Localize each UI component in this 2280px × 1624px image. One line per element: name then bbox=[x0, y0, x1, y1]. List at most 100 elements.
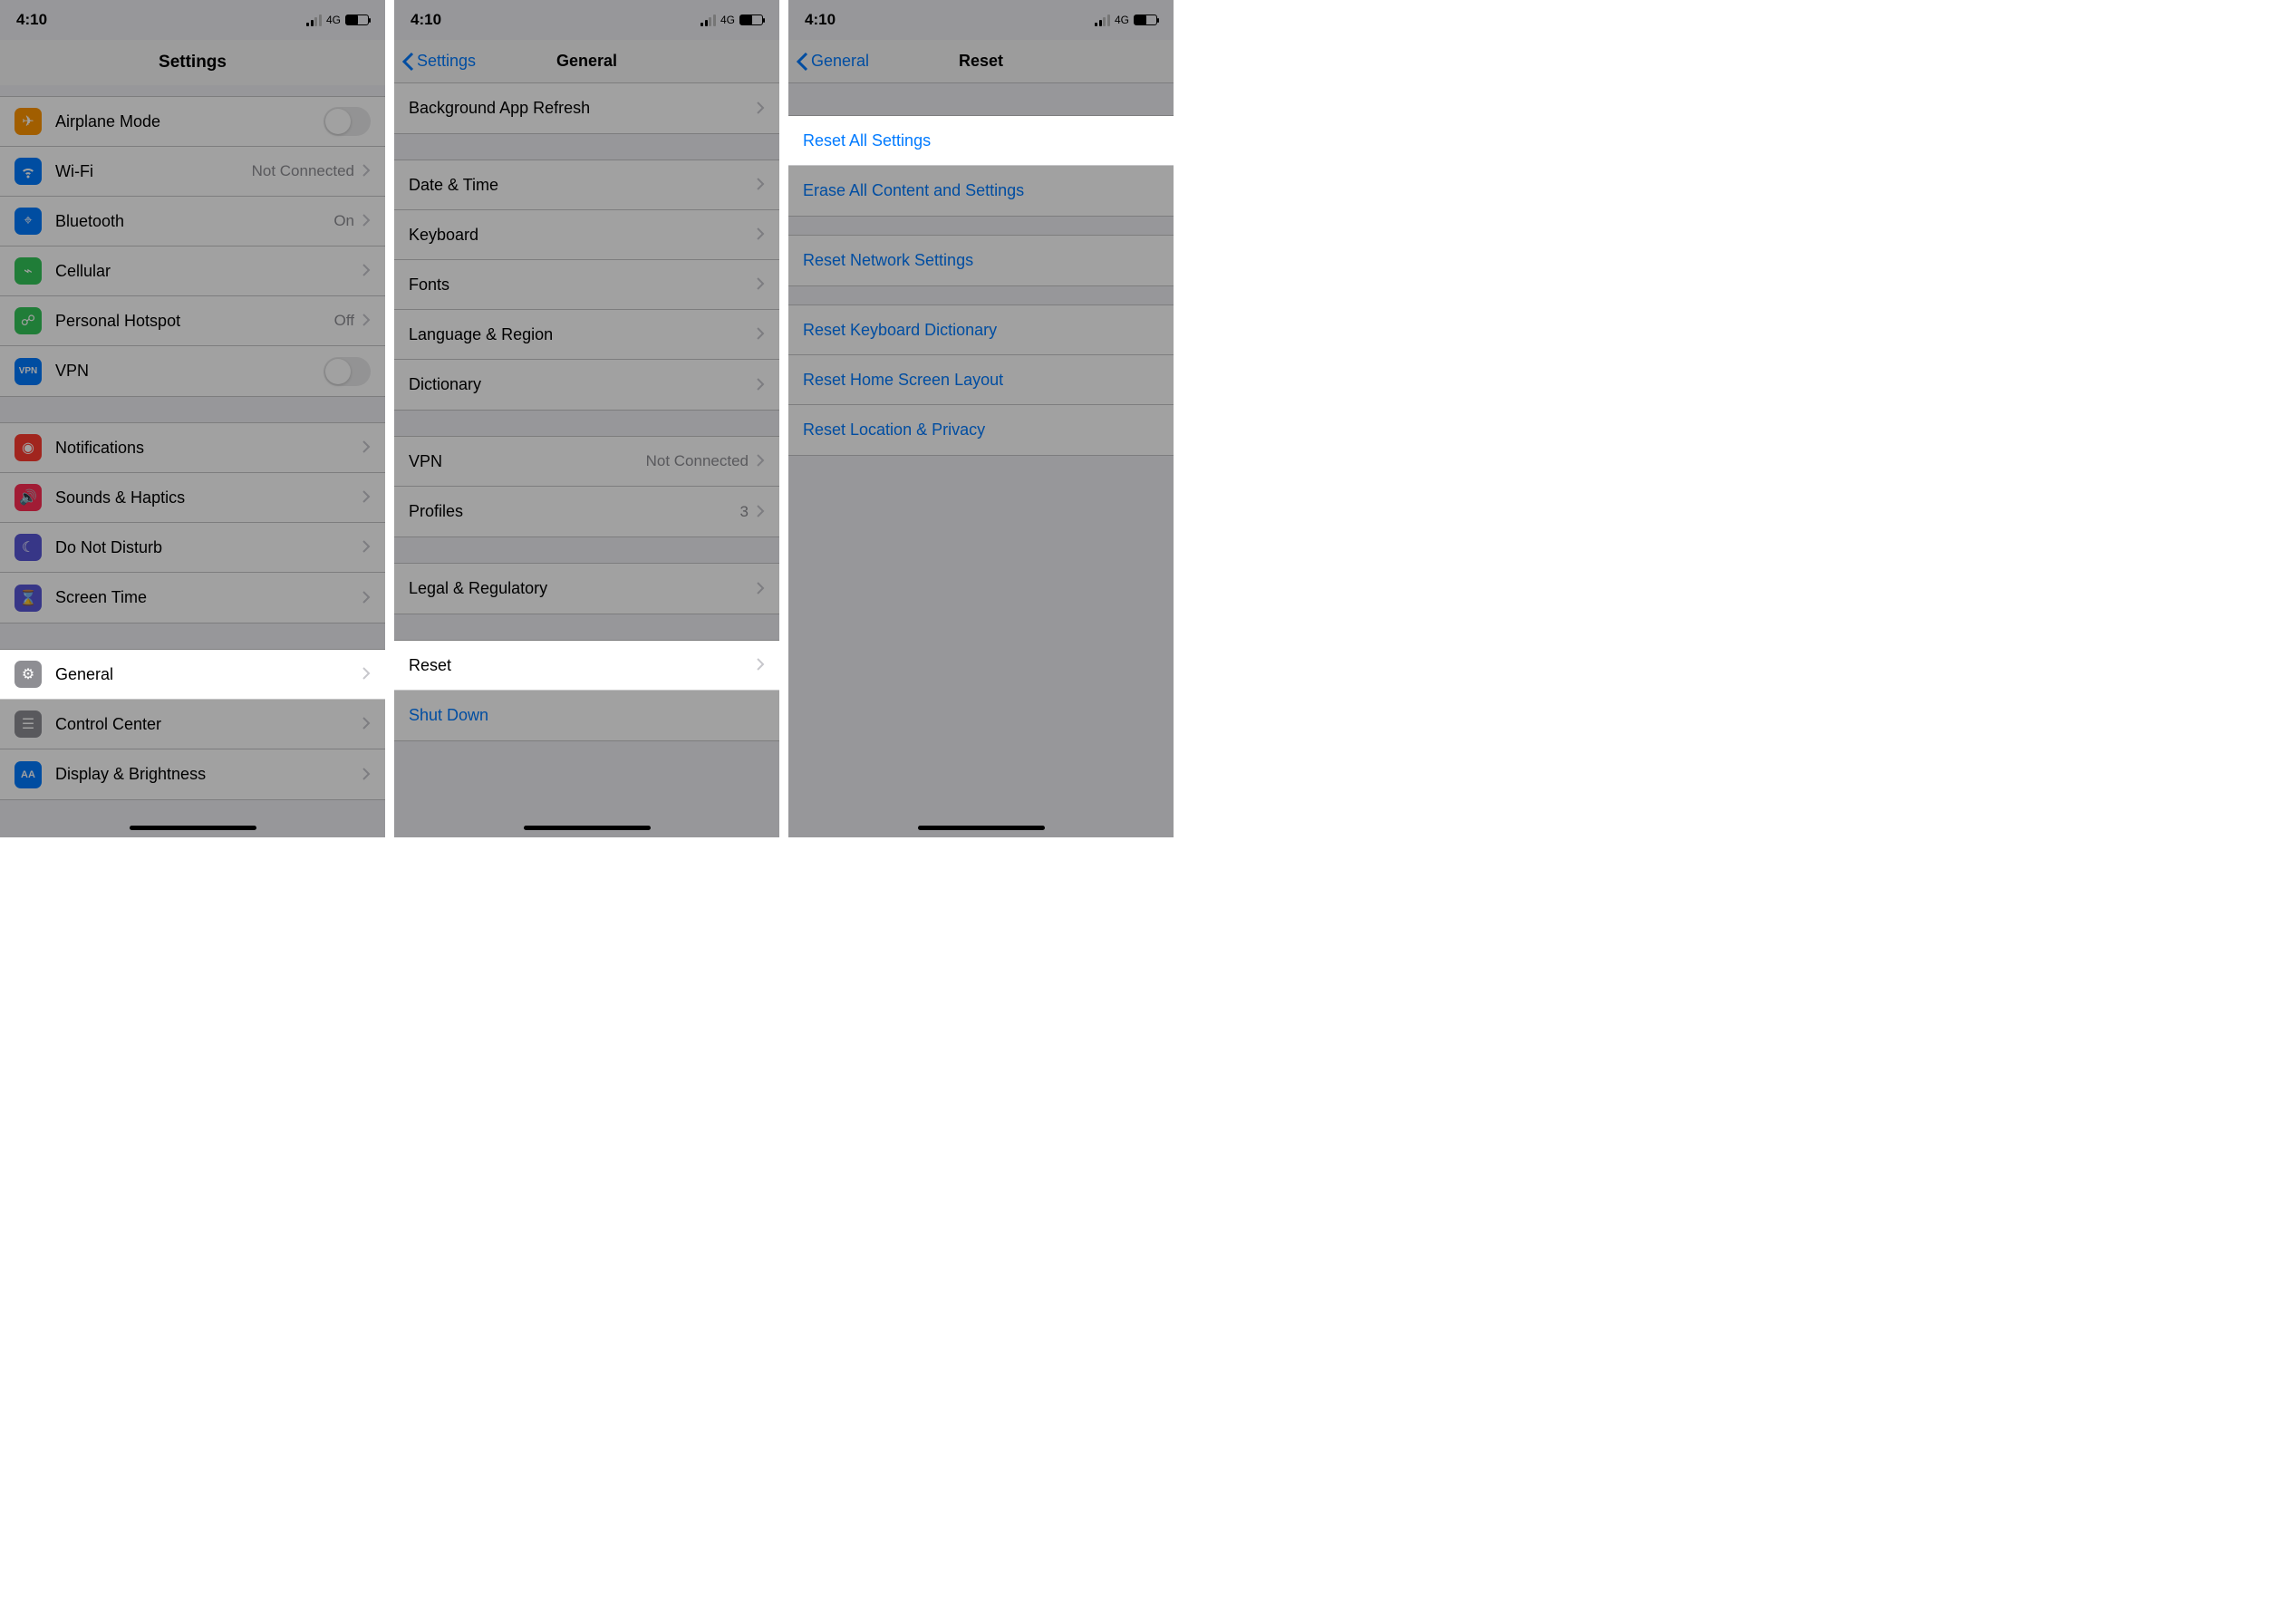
home-indicator[interactable] bbox=[130, 826, 256, 830]
row-fonts[interactable]: Fonts bbox=[394, 260, 779, 310]
notifications-icon: ◉ bbox=[14, 434, 42, 461]
row-label: Reset bbox=[409, 656, 756, 675]
status-network: 4G bbox=[326, 14, 341, 26]
row-shutdown[interactable]: Shut Down bbox=[394, 691, 779, 740]
row-hotspot[interactable]: ☍ Personal Hotspot Off bbox=[0, 296, 385, 346]
wifi-icon bbox=[14, 158, 42, 185]
row-label: Keyboard bbox=[409, 226, 756, 245]
settings-list[interactable]: ✈ Airplane Mode Wi-Fi Not Connected ⌖ Bl… bbox=[0, 85, 385, 837]
row-profiles[interactable]: Profiles 3 bbox=[394, 487, 779, 536]
chevron-right-icon bbox=[362, 765, 371, 785]
row-reset-location-privacy[interactable]: Reset Location & Privacy bbox=[788, 405, 1174, 455]
signal-icon bbox=[1095, 14, 1110, 26]
back-button[interactable]: General bbox=[796, 52, 869, 72]
row-label: Reset All Settings bbox=[803, 131, 1159, 150]
row-detail: Not Connected bbox=[646, 452, 749, 470]
row-bluetooth[interactable]: ⌖ Bluetooth On bbox=[0, 197, 385, 246]
row-label: Dictionary bbox=[409, 375, 756, 394]
row-legal[interactable]: Legal & Regulatory bbox=[394, 564, 779, 614]
row-label: Control Center bbox=[55, 715, 362, 734]
row-dictionary[interactable]: Dictionary bbox=[394, 360, 779, 410]
reset-list[interactable]: Reset All Settings Erase All Content and… bbox=[788, 83, 1174, 837]
cellular-icon: ⌁ bbox=[14, 257, 42, 285]
row-label: Profiles bbox=[409, 502, 740, 521]
row-vpn[interactable]: VPN Not Connected bbox=[394, 437, 779, 487]
row-label: Background App Refresh bbox=[409, 99, 756, 118]
row-reset-network[interactable]: Reset Network Settings bbox=[788, 236, 1174, 285]
sounds-icon: 🔊 bbox=[14, 484, 42, 511]
settings-screen: 4:10 4G Settings ✈ Airplane Mode Wi-Fi N… bbox=[0, 0, 385, 837]
chevron-right-icon bbox=[756, 324, 765, 344]
row-label: Sounds & Haptics bbox=[55, 488, 362, 508]
status-network: 4G bbox=[720, 14, 735, 26]
battery-icon bbox=[1134, 14, 1157, 25]
row-label: General bbox=[55, 665, 362, 684]
row-label: Screen Time bbox=[55, 588, 362, 607]
row-reset-keyboard-dictionary[interactable]: Reset Keyboard Dictionary bbox=[788, 305, 1174, 355]
chevron-right-icon bbox=[756, 451, 765, 471]
row-keyboard[interactable]: Keyboard bbox=[394, 210, 779, 260]
status-network: 4G bbox=[1115, 14, 1129, 26]
home-indicator[interactable] bbox=[918, 826, 1045, 830]
row-label: Wi-Fi bbox=[55, 162, 252, 181]
row-label: Language & Region bbox=[409, 325, 756, 344]
row-controlcenter[interactable]: ☰ Control Center bbox=[0, 700, 385, 749]
row-label: Erase All Content and Settings bbox=[803, 181, 1159, 200]
airplane-icon: ✈ bbox=[14, 108, 42, 135]
screentime-icon: ⌛ bbox=[14, 585, 42, 612]
row-language[interactable]: Language & Region bbox=[394, 310, 779, 360]
status-bar: 4:10 4G bbox=[0, 0, 385, 40]
row-detail: Not Connected bbox=[252, 162, 354, 180]
chevron-right-icon bbox=[362, 438, 371, 458]
row-reset[interactable]: Reset bbox=[394, 641, 779, 691]
page-title: General bbox=[556, 52, 617, 71]
row-reset-home-layout[interactable]: Reset Home Screen Layout bbox=[788, 355, 1174, 405]
chevron-right-icon bbox=[756, 655, 765, 675]
display-icon: AA bbox=[14, 761, 42, 788]
row-background-refresh[interactable]: Background App Refresh bbox=[394, 83, 779, 133]
airplane-toggle[interactable] bbox=[324, 107, 371, 136]
row-datetime[interactable]: Date & Time bbox=[394, 160, 779, 210]
row-general[interactable]: ⚙ General bbox=[0, 650, 385, 700]
back-label: Settings bbox=[417, 52, 476, 71]
row-vpn[interactable]: VPN VPN bbox=[0, 346, 385, 396]
back-button[interactable]: Settings bbox=[401, 52, 476, 72]
chevron-right-icon bbox=[362, 488, 371, 508]
row-cellular[interactable]: ⌁ Cellular bbox=[0, 246, 385, 296]
chevron-right-icon bbox=[362, 588, 371, 608]
signal-icon bbox=[700, 14, 716, 26]
chevron-right-icon bbox=[362, 261, 371, 281]
row-label: VPN bbox=[409, 452, 646, 471]
status-bar: 4:10 4G bbox=[788, 0, 1174, 40]
row-screentime[interactable]: ⌛ Screen Time bbox=[0, 573, 385, 623]
vpn-toggle[interactable] bbox=[324, 357, 371, 386]
row-label: Reset Keyboard Dictionary bbox=[803, 321, 1159, 340]
row-reset-all-settings[interactable]: Reset All Settings bbox=[788, 116, 1174, 166]
row-airplane-mode[interactable]: ✈ Airplane Mode bbox=[0, 97, 385, 147]
dnd-icon: ☾ bbox=[14, 534, 42, 561]
row-label: Do Not Disturb bbox=[55, 538, 362, 557]
row-erase-all[interactable]: Erase All Content and Settings bbox=[788, 166, 1174, 216]
row-label: Reset Network Settings bbox=[803, 251, 1159, 270]
row-notifications[interactable]: ◉ Notifications bbox=[0, 423, 385, 473]
page-title: Settings bbox=[159, 53, 227, 72]
row-label: Personal Hotspot bbox=[55, 312, 334, 331]
general-list[interactable]: Background App Refresh Date & Time Keybo… bbox=[394, 83, 779, 837]
row-wifi[interactable]: Wi-Fi Not Connected bbox=[0, 147, 385, 197]
chevron-right-icon bbox=[362, 537, 371, 557]
nav-bar: Settings General bbox=[394, 40, 779, 83]
row-label: Cellular bbox=[55, 262, 362, 281]
chevron-right-icon bbox=[756, 502, 765, 522]
row-label: Date & Time bbox=[409, 176, 756, 195]
row-label: VPN bbox=[55, 362, 324, 381]
chevron-right-icon bbox=[756, 99, 765, 119]
status-bar: 4:10 4G bbox=[394, 0, 779, 40]
row-detail: Off bbox=[334, 312, 354, 330]
chevron-right-icon bbox=[756, 579, 765, 599]
home-indicator[interactable] bbox=[524, 826, 651, 830]
row-sounds[interactable]: 🔊 Sounds & Haptics bbox=[0, 473, 385, 523]
row-display[interactable]: AA Display & Brightness bbox=[0, 749, 385, 799]
row-label: Reset Home Screen Layout bbox=[803, 371, 1159, 390]
row-dnd[interactable]: ☾ Do Not Disturb bbox=[0, 523, 385, 573]
row-label: Fonts bbox=[409, 276, 756, 295]
